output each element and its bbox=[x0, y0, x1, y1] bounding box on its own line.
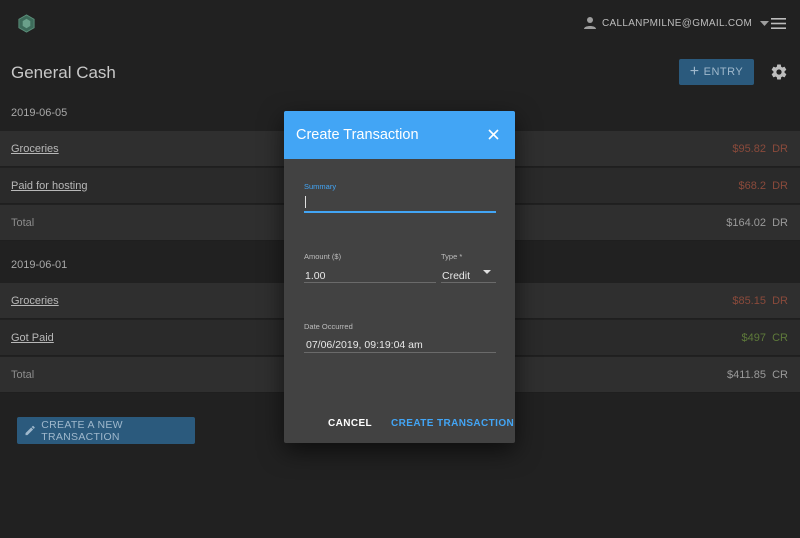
text-cursor bbox=[305, 196, 306, 208]
page-title: General Cash bbox=[11, 63, 116, 82]
user-menu[interactable]: CALLANPMILNE@GMAIL.COM bbox=[583, 16, 770, 30]
close-icon[interactable] bbox=[488, 129, 499, 140]
add-entry-button[interactable]: + ENTRY bbox=[679, 59, 754, 85]
cancel-button[interactable]: CANCEL bbox=[328, 418, 372, 429]
amount-value: 1.00 bbox=[305, 270, 326, 282]
amount-label: Amount ($) bbox=[304, 252, 342, 261]
total-label: Total bbox=[11, 217, 35, 229]
dialog-title: Create Transaction bbox=[296, 127, 419, 143]
pencil-icon bbox=[25, 425, 35, 436]
date-input[interactable]: 07/06/2019, 09:19:04 am bbox=[306, 335, 496, 351]
hamburger-menu-icon[interactable] bbox=[771, 17, 786, 30]
type-value: Credit bbox=[442, 270, 471, 282]
type-select[interactable]: Credit bbox=[442, 266, 496, 282]
user-email: CALLANPMILNE@GMAIL.COM bbox=[602, 17, 753, 29]
group-date: 2019-06-05 bbox=[11, 107, 68, 119]
plus-icon: + bbox=[689, 63, 700, 80]
add-entry-label: ENTRY bbox=[703, 66, 744, 78]
create-new-transaction-button[interactable]: CREATE A NEW TRANSACTION bbox=[17, 417, 195, 444]
group-date: 2019-06-01 bbox=[11, 259, 68, 271]
app-logo-icon[interactable] bbox=[17, 14, 36, 33]
total-label: Total bbox=[11, 369, 35, 381]
transaction-amount: $68.2 DR bbox=[738, 180, 788, 192]
transaction-link[interactable]: Groceries bbox=[11, 143, 59, 155]
transaction-amount: $95.82 DR bbox=[732, 143, 788, 155]
summary-underline bbox=[304, 211, 496, 213]
transaction-amount: $497 CR bbox=[741, 332, 789, 344]
total-amount: $164.02 DR bbox=[726, 217, 788, 229]
dialog-header: Create Transaction bbox=[284, 111, 515, 159]
transaction-link[interactable]: Groceries bbox=[11, 295, 59, 307]
transaction-link[interactable]: Got Paid bbox=[11, 332, 54, 344]
amount-input[interactable]: 1.00 bbox=[305, 266, 435, 282]
date-underline bbox=[304, 352, 496, 353]
dropdown-arrow-icon[interactable] bbox=[483, 270, 491, 274]
summary-input[interactable] bbox=[304, 196, 496, 212]
account-icon bbox=[584, 17, 596, 29]
type-label: Type * bbox=[441, 252, 463, 261]
total-amount: $411.85 CR bbox=[727, 369, 788, 381]
transaction-amount: $85.15 DR bbox=[732, 295, 788, 307]
create-transaction-button[interactable]: CREATE TRANSACTION bbox=[391, 418, 514, 429]
transaction-link[interactable]: Paid for hosting bbox=[11, 180, 87, 192]
date-label: Date Occurred bbox=[304, 322, 353, 331]
chevron-down-icon bbox=[760, 20, 770, 26]
amount-underline bbox=[304, 282, 436, 283]
create-new-transaction-label: CREATE A NEW TRANSACTION bbox=[41, 418, 123, 443]
app-bar: CALLANPMILNE@GMAIL.COM bbox=[0, 0, 800, 47]
summary-label: Summary bbox=[304, 182, 337, 191]
gear-icon[interactable] bbox=[770, 63, 788, 81]
type-underline bbox=[441, 282, 496, 283]
date-value: 07/06/2019, 09:19:04 am bbox=[306, 339, 423, 351]
